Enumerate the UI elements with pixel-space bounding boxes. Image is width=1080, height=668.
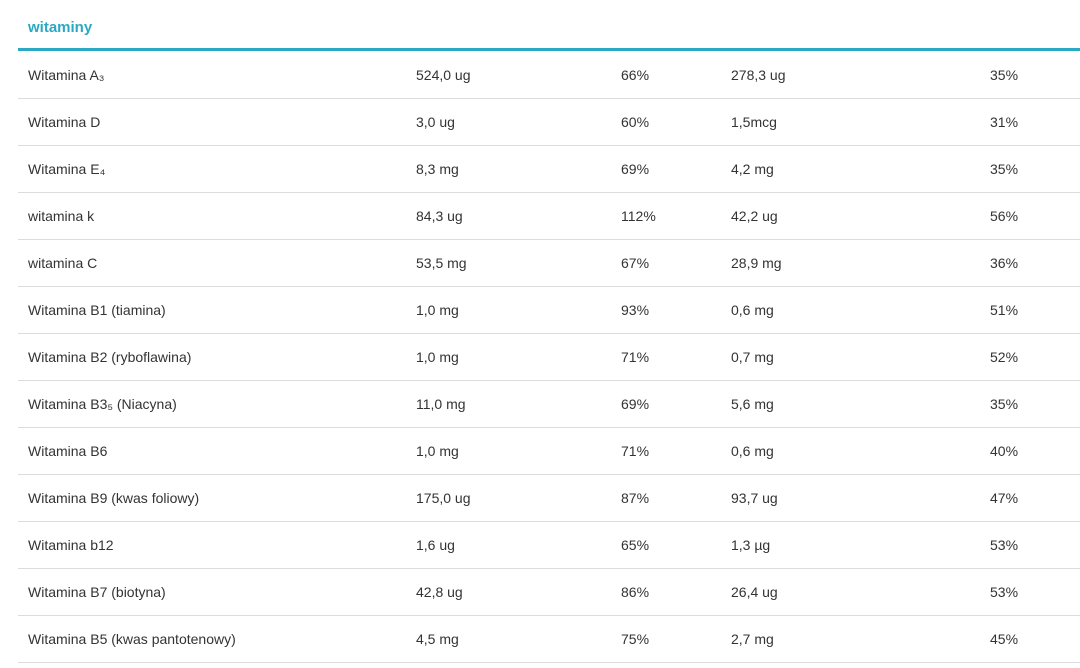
percent-secondary: 31% [990,114,1019,130]
table-row: Witamina B6 1,0 mg 71% 0,6 mg 40% [18,428,1080,475]
amount-per-serving: 3,0 ug [416,114,455,130]
amount-secondary: 4,2 mg [731,161,774,177]
vitamin-name: witamina C [28,255,98,271]
vitamin-name: Witamina B3₅ (Niacyna) [28,396,177,412]
percent-secondary: 35% [990,66,1019,83]
percent-secondary: 35% [990,396,1019,412]
table-row: Witamina B5 (kwas pantotenowy) 4,5 mg 75% 2… [18,616,1080,663]
percent-secondary: 47% [990,490,1019,506]
section-title: witaminy [28,19,93,36]
amount-secondary: 0,6 mg [731,443,774,459]
vitamin-name: Witamina B7 (biotyna) [28,584,166,600]
vitamin-name: Witamina B1 (tiamina) [28,302,166,318]
percent-per-serving: 67% [621,255,650,271]
amount-per-serving: 524,0 ug [416,66,471,83]
percent-secondary: 45% [990,631,1019,647]
table-row: Witamina E₄ 8,3 mg 69% 4,2 mg 35% [18,146,1080,193]
vitamin-name: Witamina B2 (ryboflawina) [28,349,192,365]
percent-per-serving: 87% [621,490,650,506]
amount-per-serving: 1,0 mg [416,443,459,459]
table-row: Witamina D 3,0 ug 60% 1,5mcg 31% [18,99,1080,146]
vitamin-name: Witamina E₄ [28,161,106,177]
amount-secondary: 1,5mcg [731,114,777,130]
percent-secondary: 40% [990,443,1019,459]
percent-per-serving: 71% [621,443,650,459]
percent-per-serving: 86% [621,584,650,600]
amount-per-serving: 42,8 ug [416,584,463,600]
percent-per-serving: 69% [621,161,650,177]
percent-per-serving: 71% [621,349,650,365]
table-row: witamina C 53,5 mg 67% 28,9 mg 36% [18,240,1080,287]
section-header: witaminy [18,0,1080,51]
vitamin-name: witamina k [28,208,95,224]
amount-per-serving: 4,5 mg [416,631,459,647]
percent-secondary: 53% [990,584,1019,600]
amount-per-serving: 1,6 ug [416,537,455,553]
percent-per-serving: 66% [621,66,650,83]
percent-secondary: 35% [990,161,1019,177]
amount-per-serving: 175,0 ug [416,490,471,506]
table-row: witamina k 84,3 ug 112% 42,2 ug 56% [18,193,1080,240]
percent-per-serving: 112% [621,208,656,224]
table-row: Witamina B2 (ryboflawina) 1,0 mg 71% 0,7 mg… [18,334,1080,381]
amount-secondary: 93,7 ug [731,490,778,506]
amount-per-serving: 1,0 mg [416,302,459,318]
amount-secondary: 2,7 mg [731,631,774,647]
nutrition-table-page: witaminy Witamina A₃ 524,0 ug 66% 278,3 ug 3… [0,0,1080,668]
table-row: Witamina B1 (tiamina) 1,0 mg 93% 0,6 mg 51% [18,287,1080,334]
amount-secondary: 28,9 mg [731,255,782,271]
vitamin-name: Witamina B6 [28,443,108,459]
percent-per-serving: 60% [621,114,650,130]
amount-secondary: 42,2 ug [731,208,778,224]
table-row: Witamina A₃ 524,0 ug 66% 278,3 ug 35% [18,51,1080,99]
percent-per-serving: 75% [621,631,650,647]
amount-per-serving: 1,0 mg [416,349,459,365]
percent-per-serving: 93% [621,302,650,318]
percent-secondary: 53% [990,537,1019,553]
amount-secondary: 5,6 mg [731,396,774,412]
vitamin-name: Witamina B9 (kwas foliowy) [28,490,200,506]
table-row: Witamina b12 1,6 ug 65% 1,3 µg 53% [18,522,1080,569]
amount-per-serving: 53,5 mg [416,255,467,271]
percent-secondary: 56% [990,208,1019,224]
percent-secondary: 51% [990,302,1019,318]
amount-secondary: 0,7 mg [731,349,774,365]
vitamin-name: Witamina D [28,114,101,130]
percent-per-serving: 69% [621,396,650,412]
percent-per-serving: 65% [621,537,650,553]
table-row: Witamina B9 (kwas foliowy) 175,0 ug 87% 93,… [18,475,1080,522]
percent-secondary: 36% [990,255,1019,271]
amount-secondary: 1,3 µg [731,537,771,553]
vitamin-table: Witamina A₃ 524,0 ug 66% 278,3 ug 35% Witamin… [18,51,1080,663]
amount-secondary: 26,4 ug [731,584,778,600]
amount-per-serving: 84,3 ug [416,208,463,224]
amount-per-serving: 8,3 mg [416,161,459,177]
percent-secondary: 52% [990,349,1019,365]
table-row: Witamina B3₅ (Niacyna) 11,0 mg 69% 5,6 mg 35… [18,381,1080,428]
table-row: Witamina B7 (biotyna) 42,8 ug 86% 26,4 ug 53… [18,569,1080,616]
vitamin-name: Witamina A₃ [28,66,105,83]
vitamin-name: Witamina B5 (kwas pantotenowy) [28,631,236,647]
vitamin-name: Witamina b12 [28,537,114,553]
amount-secondary: 0,6 mg [731,302,774,318]
amount-per-serving: 11,0 mg [416,396,466,412]
amount-secondary: 278,3 ug [731,66,786,83]
